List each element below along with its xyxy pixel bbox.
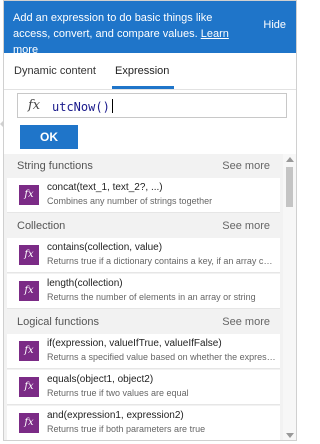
function-title: equals(object1, object2)	[47, 374, 154, 385]
text-cursor	[111, 99, 113, 113]
tab-expression[interactable]: Expression	[115, 65, 169, 77]
function-title: length(collection)	[47, 278, 123, 289]
info-message: Add an expression to do basic things lik…	[13, 12, 213, 40]
see-more-button[interactable]: See more	[222, 154, 270, 178]
function-title: if(expression, valueIfTrue, valueIfFalse…	[47, 338, 222, 349]
ok-button[interactable]: OK	[20, 125, 78, 149]
function-item-contains[interactable]: fx contains(collection, value) Returns t…	[7, 238, 280, 273]
function-description: Returns true if two values are equal	[47, 388, 189, 398]
section-title: Collection	[17, 220, 66, 232]
tab-dynamic-content[interactable]: Dynamic content	[14, 65, 96, 77]
fx-icon: fx	[28, 98, 41, 113]
info-bar: Add an expression to do basic things lik…	[4, 1, 296, 56]
function-icon: fx	[19, 185, 39, 205]
scroll-thumb[interactable]	[286, 167, 293, 207]
active-tab-indicator	[112, 86, 174, 89]
function-description: Returns a specified value based on wheth…	[47, 352, 277, 362]
expression-text: utcNow()	[52, 100, 110, 114]
function-icon: fx	[19, 413, 39, 433]
section-header-collection: Collection See more	[4, 214, 283, 238]
function-title: contains(collection, value)	[47, 242, 163, 253]
scroll-down-icon[interactable]	[286, 433, 294, 438]
see-more-button[interactable]: See more	[222, 214, 270, 238]
function-icon: fx	[19, 377, 39, 397]
see-more-button[interactable]: See more	[222, 310, 270, 334]
function-description: Returns true if a dictionary contains a …	[47, 256, 277, 266]
function-icon: fx	[19, 341, 39, 361]
section-header-logical-functions: Logical functions See more	[4, 310, 283, 334]
function-description: Returns the number of elements in an arr…	[47, 292, 256, 302]
function-list: String functions See more fx concat(text…	[4, 154, 283, 440]
function-icon: fx	[19, 245, 39, 265]
info-text: Add an expression to do basic things lik…	[13, 10, 245, 58]
section-title: Logical functions	[17, 316, 99, 328]
function-item-concat[interactable]: fx concat(text_1, text_2?, ...) Combines…	[7, 178, 280, 213]
function-title: and(expression1, expression2)	[47, 410, 184, 421]
function-icon: fx	[19, 281, 39, 301]
section-header-string-functions: String functions See more	[4, 154, 283, 178]
expression-value[interactable]: utcNow()	[52, 99, 113, 114]
hide-button[interactable]: Hide	[263, 17, 286, 33]
scroll-up-icon[interactable]	[286, 157, 294, 162]
function-item-length[interactable]: fx length(collection) Returns the number…	[7, 274, 280, 309]
function-item-and[interactable]: fx and(expression1, expression2) Returns…	[7, 406, 280, 440]
scrollbar[interactable]	[283, 154, 296, 440]
function-description: Returns true if both parameters are true	[47, 424, 206, 434]
function-description: Combines any number of strings together	[47, 196, 213, 206]
expression-panel: Add an expression to do basic things lik…	[3, 0, 297, 441]
function-item-equals[interactable]: fx equals(object1, object2) Returns true…	[7, 370, 280, 405]
function-item-if[interactable]: fx if(expression, valueIfTrue, valueIfFa…	[7, 334, 280, 369]
expression-input[interactable]: fx utcNow()	[17, 93, 287, 118]
section-title: String functions	[17, 160, 93, 172]
tab-bar: Dynamic content Expression	[4, 53, 296, 90]
function-title: concat(text_1, text_2?, ...)	[47, 182, 163, 193]
